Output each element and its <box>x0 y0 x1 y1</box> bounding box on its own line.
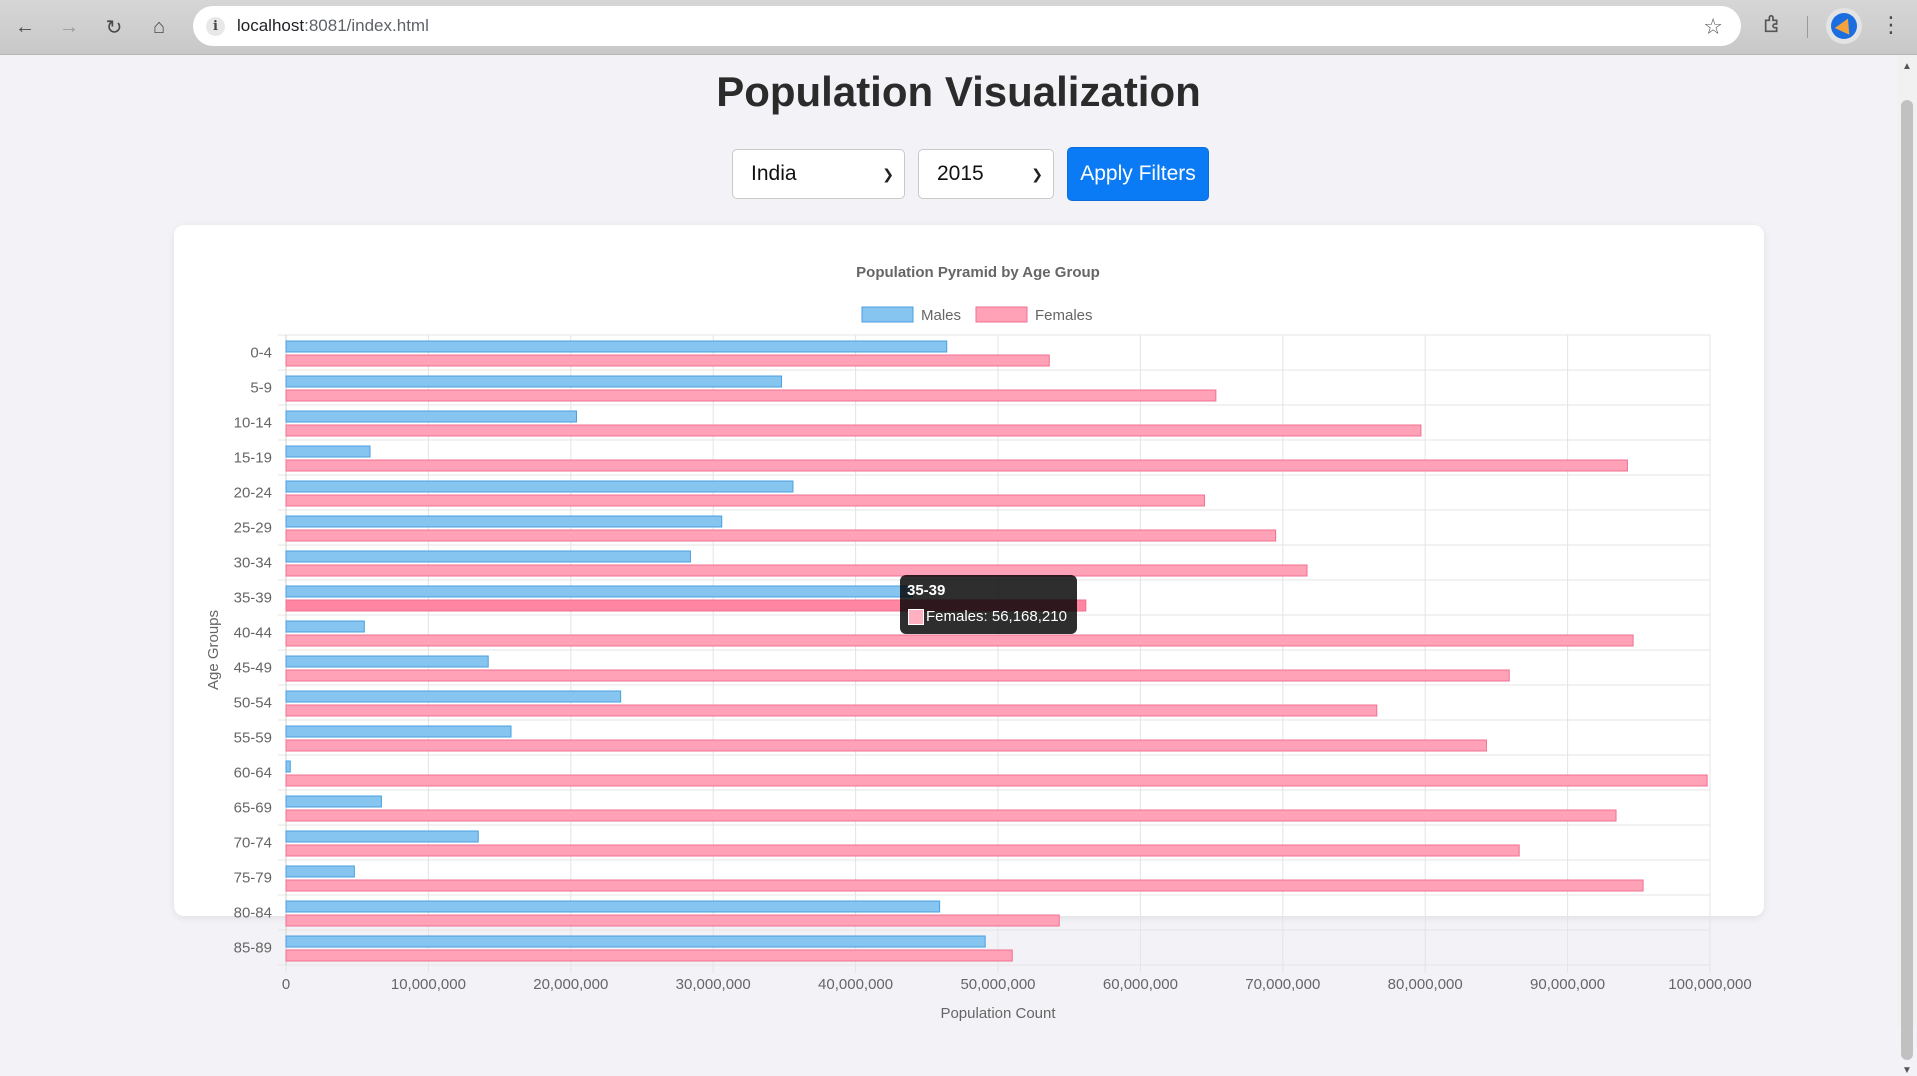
male-bar <box>285 550 691 563</box>
legend-swatch <box>975 306 1028 323</box>
x-tick-label: 50,000,000 <box>960 976 1035 993</box>
scroll-down-icon[interactable]: ▼ <box>1902 1065 1912 1076</box>
tooltip-title: 35-39 <box>907 582 946 599</box>
y-tick-label: 10-14 <box>234 415 272 432</box>
male-bar <box>285 690 622 703</box>
male-bar <box>285 515 723 528</box>
x-tick-label: 10,000,000 <box>391 976 466 993</box>
female-bar <box>285 494 1205 507</box>
y-axis-label: Age Groups <box>205 610 222 690</box>
male-bar <box>285 830 479 843</box>
y-tick-label: 50-54 <box>234 695 272 712</box>
male-bar <box>285 865 355 878</box>
male-bar <box>285 410 577 423</box>
male-bar <box>285 725 512 738</box>
female-bar <box>285 354 1050 367</box>
female-bar <box>285 389 1217 402</box>
tooltip-swatch <box>908 609 924 625</box>
x-tick-label: 20,000,000 <box>533 976 608 993</box>
female-bar <box>285 634 1634 647</box>
y-tick-label: 75-79 <box>234 870 272 887</box>
x-tick-label: 60,000,000 <box>1103 976 1178 993</box>
male-bar <box>285 655 489 668</box>
legend-swatch <box>861 306 914 323</box>
x-axis-label: Population Count <box>940 1005 1056 1022</box>
male-bar <box>285 340 948 353</box>
y-tick-label: 20-24 <box>234 485 272 502</box>
male-bar <box>285 935 986 948</box>
y-tick-label: 40-44 <box>234 625 272 642</box>
x-tick-label: 30,000,000 <box>676 976 751 993</box>
chart-tooltip: 35-39 Females: 56,168,210 <box>900 575 1077 634</box>
female-bar <box>285 809 1617 822</box>
female-bar <box>285 949 1013 962</box>
female-bar <box>285 459 1628 472</box>
y-tick-label: 0-4 <box>250 345 272 362</box>
female-bar <box>285 424 1422 437</box>
legend-label: Females <box>1035 307 1093 324</box>
male-bar <box>285 375 783 388</box>
male-bar <box>285 445 371 458</box>
male-bar <box>285 480 794 493</box>
scroll-up-icon[interactable]: ▲ <box>1902 61 1912 72</box>
y-tick-label: 80-84 <box>234 905 272 922</box>
y-tick-label: 70-74 <box>234 835 272 852</box>
female-bar <box>285 879 1644 892</box>
female-bar <box>285 914 1060 927</box>
y-tick-label: 45-49 <box>234 660 272 677</box>
male-bar <box>285 760 291 773</box>
chart-bars <box>285 340 1708 962</box>
female-bar <box>285 739 1487 752</box>
male-bar <box>285 795 382 808</box>
x-tick-label: 80,000,000 <box>1388 976 1463 993</box>
x-tick-labels: 0 10,000,000 20,000,000 30,000,000 40,000,00… <box>282 976 1752 993</box>
x-tick-label: 100,000,000 <box>1668 976 1751 993</box>
population-pyramid-chart: Population Pyramid by Age Group Males Fem… <box>205 264 1752 1022</box>
legend-label: Males <box>921 307 961 324</box>
female-bar <box>285 529 1277 542</box>
x-tick-label: 90,000,000 <box>1530 976 1605 993</box>
female-bar <box>285 844 1520 857</box>
female-bar <box>285 669 1510 682</box>
y-tick-labels: 0-4 5-9 10-14 15-19 20-24 25-29 30-34 35-39 40-4… <box>234 345 272 957</box>
y-tick-label: 15-19 <box>234 450 272 467</box>
tooltip-label: Females: 56,168,210 <box>926 608 1067 625</box>
x-tick-label: 70,000,000 <box>1245 976 1320 993</box>
y-tick-label: 65-69 <box>234 800 272 817</box>
y-tick-label: 30-34 <box>234 555 272 572</box>
male-bar <box>285 900 941 913</box>
y-tick-label: 25-29 <box>234 520 272 537</box>
female-bar <box>285 774 1708 787</box>
y-tick-label: 5-9 <box>250 380 272 397</box>
chart-legend[interactable]: Males Females <box>861 306 1093 324</box>
y-tick-label: 55-59 <box>234 730 272 747</box>
female-bar <box>285 564 1308 577</box>
male-bar <box>285 585 914 598</box>
x-tick-label: 0 <box>282 976 290 993</box>
chart-title: Population Pyramid by Age Group <box>856 264 1100 281</box>
page-scrollbar[interactable]: ▲ ▼ <box>1897 55 1917 1076</box>
y-tick-label: 35-39 <box>234 590 272 607</box>
female-bar <box>285 704 1378 717</box>
y-tick-label: 85-89 <box>234 940 272 957</box>
scrollbar-thumb[interactable] <box>1901 100 1913 1060</box>
x-tick-label: 40,000,000 <box>818 976 893 993</box>
male-bar <box>285 620 365 633</box>
y-tick-label: 60-64 <box>234 765 272 782</box>
